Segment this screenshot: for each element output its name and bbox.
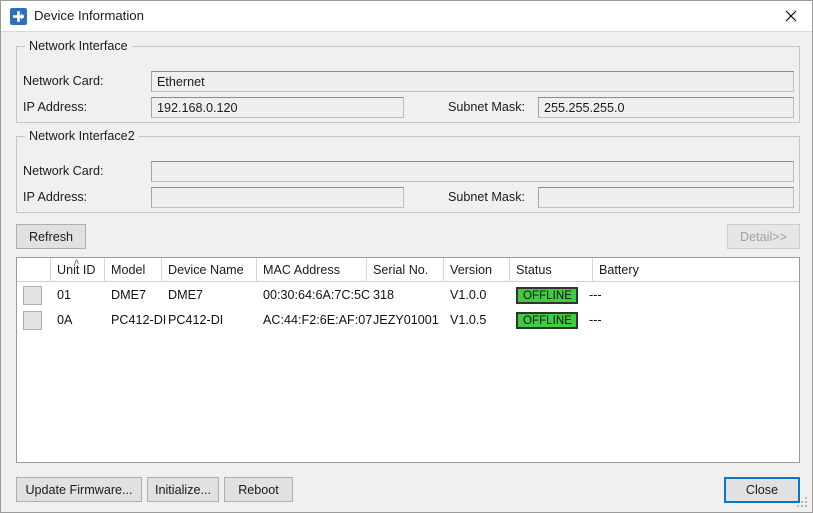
network-interface2-legend: Network Interface2 — [25, 129, 139, 143]
window-title: Device Information — [34, 8, 144, 23]
network-device-icon — [10, 8, 27, 25]
resize-grip[interactable] — [797, 497, 809, 509]
status-badge: OFFLINE — [516, 287, 578, 304]
ip-address2-value — [151, 187, 404, 208]
cell-model: PC412-DI — [111, 313, 167, 327]
ip-address2-label: IP Address: — [23, 190, 88, 204]
table-row[interactable]: 01 DME7 DME7 00:30:64:6A:7C:5C 318 V1.0.… — [17, 283, 799, 308]
column-header-unit-id[interactable]: ˄ Unit ID — [51, 258, 105, 282]
update-firmware-button[interactable]: Update Firmware... — [16, 477, 142, 502]
column-header-status-label: Status — [516, 263, 552, 277]
network-card-label: Network Card: — [23, 74, 104, 88]
ip-address-label: IP Address: — [23, 100, 88, 114]
network-card2-value — [151, 161, 794, 182]
close-button[interactable]: Close — [724, 477, 800, 503]
close-icon[interactable] — [768, 1, 812, 31]
column-header-battery[interactable]: Battery — [593, 258, 799, 282]
initialize-button[interactable]: Initialize... — [147, 477, 219, 502]
column-header-battery-label: Battery — [599, 263, 639, 277]
cell-device-name: DME7 — [168, 288, 203, 302]
column-header-model[interactable]: Model — [105, 258, 162, 282]
detail-button[interactable]: Detail>> — [727, 224, 800, 249]
column-header-mac-address[interactable]: MAC Address — [257, 258, 367, 282]
column-header-device-name-label: Device Name — [168, 263, 244, 277]
network-device-glyph — [13, 11, 25, 22]
cell-battery: --- — [589, 288, 602, 302]
cell-serial-no: 318 — [373, 288, 395, 302]
cell-mac-address: 00:30:64:6A:7C:5C — [263, 288, 371, 302]
subnet-mask-label: Subnet Mask: — [448, 100, 526, 114]
row-select-button[interactable] — [23, 311, 42, 330]
column-header-version[interactable]: Version — [444, 258, 510, 282]
network-card-value: Ethernet — [151, 71, 794, 92]
cell-serial-no: JEZY01001 — [373, 313, 439, 327]
network-interface-legend: Network Interface — [25, 39, 132, 53]
column-header-serial-no-label: Serial No. — [373, 263, 429, 277]
subnet-mask-value: 255.255.255.0 — [538, 97, 794, 118]
device-table[interactable]: ˄ Unit ID Model Device Name MAC Address … — [16, 257, 800, 463]
column-header-model-label: Model — [111, 263, 146, 277]
cell-version: V1.0.5 — [450, 313, 487, 327]
column-header-serial-no[interactable]: Serial No. — [367, 258, 444, 282]
cell-mac-address: AC:44:F2:6E:AF:07 — [263, 313, 373, 327]
column-header-status[interactable]: Status — [510, 258, 593, 282]
cell-device-name: PC412-DI — [168, 313, 224, 327]
column-header-version-label: Version — [450, 263, 493, 277]
table-header-row: ˄ Unit ID Model Device Name MAC Address … — [17, 258, 799, 282]
subnet-mask2-label: Subnet Mask: — [448, 190, 526, 204]
cell-version: V1.0.0 — [450, 288, 487, 302]
column-header-mac-address-label: MAC Address — [263, 263, 340, 277]
table-row[interactable]: 0A PC412-DI PC412-DI AC:44:F2:6E:AF:07 J… — [17, 308, 799, 333]
cell-battery: --- — [589, 313, 602, 327]
cell-unit-id: 01 — [57, 288, 72, 302]
ip-address-value: 192.168.0.120 — [151, 97, 404, 118]
device-information-window: Device Information Network Interface Net… — [0, 0, 813, 513]
column-header-device-name[interactable]: Device Name — [162, 258, 257, 282]
close-glyph — [785, 10, 797, 22]
sort-ascending-icon: ˄ — [74, 258, 80, 267]
cell-model: DME7 — [111, 288, 146, 302]
cell-unit-id: 0A — [57, 313, 73, 327]
column-header-select[interactable] — [17, 258, 51, 282]
row-select-button[interactable] — [23, 286, 42, 305]
network-card2-label: Network Card: — [23, 164, 104, 178]
reboot-button[interactable]: Reboot — [224, 477, 293, 502]
status-badge: OFFLINE — [516, 312, 578, 329]
subnet-mask2-value — [538, 187, 794, 208]
title-bar: Device Information — [1, 1, 812, 32]
refresh-button[interactable]: Refresh — [16, 224, 86, 249]
